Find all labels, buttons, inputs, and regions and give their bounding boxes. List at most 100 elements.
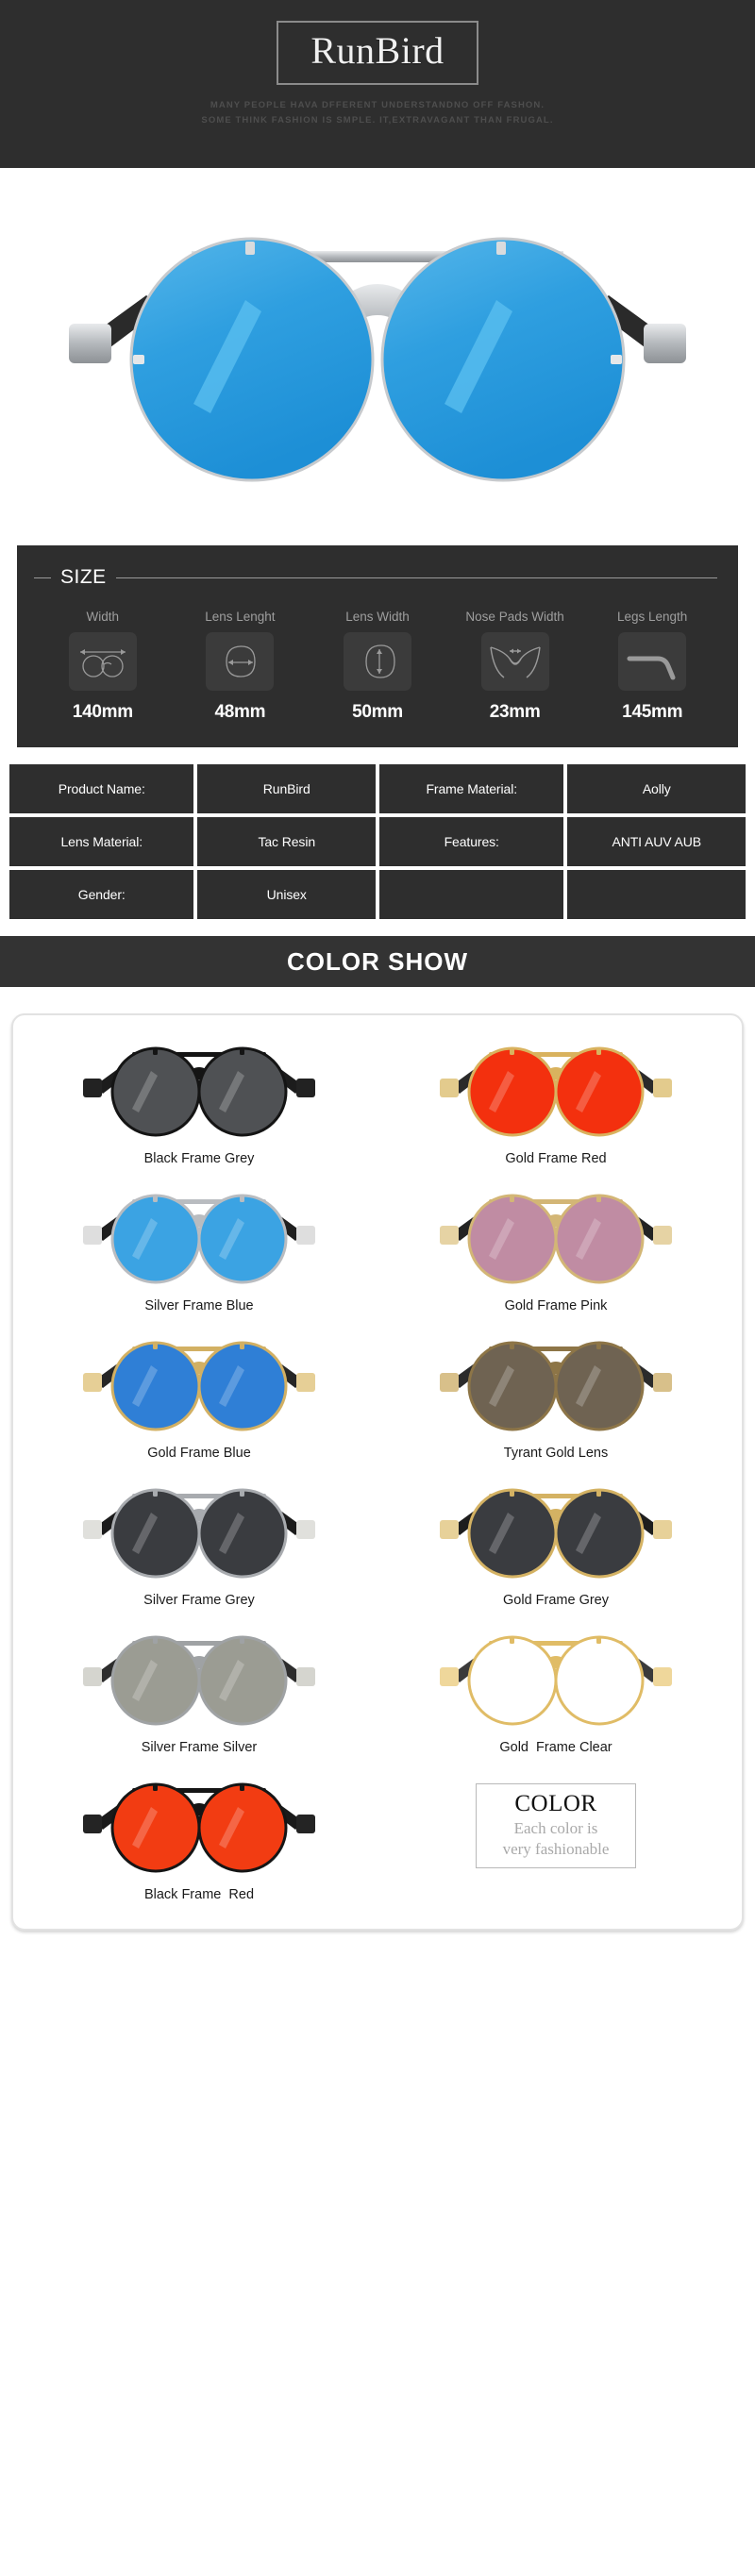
sunglasses-thumb [77,1329,321,1440]
spec-value-empty [567,870,746,919]
color-variant-label: Tyrant Gold Lens [503,1446,609,1461]
color-row: Black Frame Grey Gold Frame Red [21,1029,734,1176]
color-show-title: COLOR SHOW [287,946,468,976]
size-section: SIZE Width 140mm Lens Lenght 48mm Lens W… [0,527,755,764]
spec-key: Product Name: [9,764,194,813]
legs-length-icon [618,632,687,691]
size-item-nose-pads-width: Nose Pads Width 23mm [446,610,584,723]
color-show-section: Black Frame Grey Gold Frame Red Silver F… [0,987,755,1949]
color-row: Silver Frame Blue Gold Frame Pink [21,1176,734,1323]
color-variant-label: Silver Frame Blue [144,1298,254,1313]
sunglasses-thumb [434,1329,678,1440]
size-item-label: Lens Lenght [205,610,276,624]
color-variant-label: Gold Frame Grey [503,1593,609,1608]
color-variant-label: Gold Frame Blue [147,1446,251,1461]
size-title-row: SIZE [34,566,721,589]
brand-tagline-line-1: MANY PEOPLE HAVA DFFERENT UNDERSTANDNO O… [210,100,545,110]
size-item-label: Legs Length [617,610,688,624]
color-note-line-2: very fashionable [502,1839,610,1858]
color-row: Gold Frame Blue Tyrant Gold Lens [21,1323,734,1470]
spec-key: Frame Material: [379,764,564,813]
spec-value: ANTI AUV AUB [567,817,746,866]
lens-length-icon [206,632,275,691]
hero-product-image [0,168,755,527]
color-variant-label: Silver Frame Grey [143,1593,255,1608]
brand-logo-box: RunBird [277,21,478,85]
color-variant-item[interactable]: Silver Frame Blue [21,1176,378,1323]
sunglasses-thumb [77,1181,321,1293]
color-note-wrapper: COLOR Each color is very fashionable [476,1770,636,1882]
frame-width-icon [68,632,137,691]
spec-value: Tac Resin [197,817,376,866]
color-variant-item[interactable]: Black Frame Red [21,1765,378,1912]
color-note-spacer [554,1887,558,1902]
sunglasses-thumb [434,1181,678,1293]
color-variant-item[interactable]: Gold Frame Pink [378,1176,734,1323]
color-note: COLOR Each color is very fashionable [378,1765,734,1912]
size-item-value: 145mm [622,702,683,722]
color-variant-item[interactable]: Gold Frame Clear [378,1617,734,1765]
sunglasses-thumb [77,1623,321,1734]
color-variant-card: Black Frame Grey Gold Frame Red Silver F… [11,1013,744,1931]
color-note-title: COLOR [514,1790,597,1816]
color-variant-item[interactable]: Black Frame Grey [21,1029,378,1176]
size-item-value: 140mm [72,702,133,722]
spec-key: Gender: [9,870,194,919]
color-variant-item[interactable]: Gold Frame Blue [21,1323,378,1470]
nose-pads-width-icon [480,632,549,691]
size-item-lens-width: Lens Width 50mm [309,610,446,723]
size-item-lens-length: Lens Lenght 48mm [172,610,310,723]
color-row: Black Frame Red COLOR Each color is very… [21,1765,734,1912]
color-variant-item[interactable]: Silver Frame Grey [21,1470,378,1617]
size-item-value: 50mm [352,702,403,722]
spec-key: Lens Material: [9,817,194,866]
color-variant-item[interactable]: Tyrant Gold Lens [378,1323,734,1470]
color-note-box: COLOR Each color is very fashionable [476,1782,636,1869]
size-columns: Width 140mm Lens Lenght 48mm Lens Width … [34,610,721,723]
specifications-table: Product Name: RunBird Frame Material: Ao… [0,764,755,936]
sunglasses-thumb [77,1476,321,1587]
color-variant-label: Gold Frame Red [505,1151,607,1166]
color-variant-item[interactable]: Gold Frame Grey [378,1470,734,1617]
sunglasses-thumb [77,1770,321,1882]
color-row: Silver Frame Grey Gold Frame Grey [21,1470,734,1617]
sunglasses-thumb [434,1034,678,1146]
spec-value: RunBird [197,764,376,813]
table-row: Gender: Unisex [9,870,746,919]
brand-name: RunBird [310,29,445,72]
sunglasses-hero-illustration [69,237,686,482]
table-row: Product Name: RunBird Frame Material: Ao… [9,764,746,813]
brand-header: RunBird MANY PEOPLE HAVA DFFERENT UNDERS… [0,0,755,168]
size-panel: SIZE Width 140mm Lens Lenght 48mm Lens W… [17,545,738,747]
color-show-banner: COLOR SHOW [0,936,755,987]
size-item-value: 48mm [214,702,266,722]
size-title: SIZE [60,566,107,588]
color-variant-item[interactable]: Gold Frame Red [378,1029,734,1176]
lens-width-icon [343,632,411,691]
spec-key-empty [379,870,564,919]
size-item-label: Lens Width [345,610,410,624]
brand-tagline: MANY PEOPLE HAVA DFFERENT UNDERSTANDNO O… [201,98,553,127]
spec-key: Features: [379,817,564,866]
brand-tagline-line-2: SOME THINK FASHION IS SMPLE. IT,EXTRAVAG… [201,114,554,125]
color-note-line-1: Each color is [513,1819,598,1838]
color-variant-label: Gold Frame Pink [504,1298,608,1313]
table-row: Lens Material: Tac Resin Features: ANTI … [9,817,746,866]
size-item-width: Width 140mm [34,610,172,723]
spec-value: Aolly [567,764,746,813]
size-rule-right [115,577,717,578]
color-variant-label: Black Frame Grey [143,1151,255,1166]
color-row: Silver Frame Silver Gold Frame Clear [21,1617,734,1765]
spec-value: Unisex [197,870,376,919]
sunglasses-thumb [434,1476,678,1587]
size-item-legs-length: Legs Length 145mm [583,610,721,723]
size-rule-left [34,577,51,578]
size-item-value: 23mm [489,702,541,722]
size-item-label: Nose Pads Width [465,610,564,624]
size-item-label: Width [86,610,120,624]
color-variant-label: Silver Frame Silver [141,1740,258,1755]
sunglasses-thumb [434,1623,678,1734]
color-variant-label: Gold Frame Clear [499,1740,612,1755]
color-variant-item[interactable]: Silver Frame Silver [21,1617,378,1765]
sunglasses-thumb [77,1034,321,1146]
